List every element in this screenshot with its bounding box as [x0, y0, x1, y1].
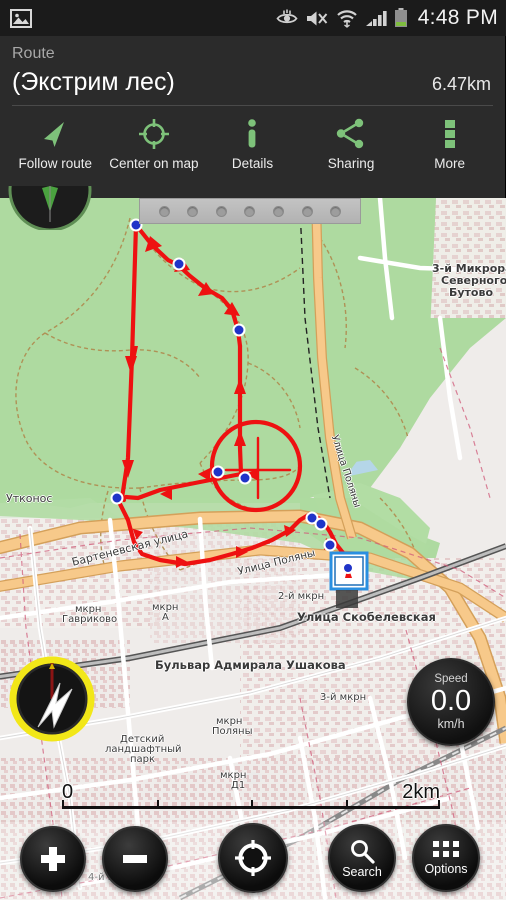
action-more[interactable]: More: [404, 115, 496, 171]
handle-dot: [330, 205, 342, 217]
action-sharing-label: Sharing: [327, 156, 375, 171]
speed-widget[interactable]: Speed 0.0 km/h: [407, 658, 495, 746]
action-sharing[interactable]: Sharing: [305, 115, 397, 171]
scale-max-label: 2km: [402, 781, 440, 803]
handle-dot: [187, 205, 199, 217]
info-icon: [206, 115, 298, 153]
search-button-label: Search: [342, 864, 382, 879]
signal-icon: [365, 9, 387, 28]
bottom-toolbar: Search Options: [0, 822, 506, 900]
scale-tick: [345, 800, 348, 809]
map-heading-dial[interactable]: [8, 186, 92, 230]
status-clock: 4:48 PM: [417, 6, 498, 29]
more-vertical-icon: [404, 115, 496, 153]
app-root: 4:48 PM Route (Экстрим лес) 6.47km Follo…: [0, 0, 506, 900]
share-icon: [305, 115, 397, 153]
search-button[interactable]: Search: [328, 824, 396, 892]
scale-tick: [438, 800, 440, 809]
plus-icon: [41, 847, 65, 871]
grid-menu-icon: [433, 840, 459, 857]
scale-tick: [251, 800, 253, 809]
speed-unit: km/h: [437, 717, 465, 731]
compass-widget[interactable]: [8, 655, 96, 743]
handle-dot: [244, 205, 256, 217]
scale-tick: [62, 800, 64, 809]
minus-icon: [123, 855, 147, 863]
mute-icon: [305, 9, 329, 28]
gallery-icon: [10, 8, 32, 28]
eye-off-icon: [276, 9, 298, 27]
action-center-on-map-label: Center on map: [109, 156, 199, 171]
battery-icon: [394, 8, 408, 28]
route-kicker: Route: [12, 45, 55, 62]
crosshair-target-icon: [108, 115, 200, 153]
zoom-in-button[interactable]: [20, 826, 86, 892]
action-follow-route[interactable]: Follow route: [9, 115, 101, 171]
scale-tick: [156, 800, 159, 809]
handle-dot: [215, 205, 227, 217]
locate-me-button[interactable]: [218, 823, 288, 893]
action-follow-route-label: Follow route: [18, 156, 93, 171]
zoom-out-button[interactable]: [102, 826, 168, 892]
search-icon: [351, 839, 375, 864]
map-scale-bar: 0 2km: [62, 778, 440, 812]
crosshair-location-icon: [235, 840, 271, 876]
action-more-label: More: [434, 156, 466, 171]
navigation-arrow-icon: [9, 115, 101, 153]
route-title: (Экстрим лес): [12, 68, 175, 96]
route-action-bar: Follow route Center on map Details Shari…: [0, 106, 505, 171]
action-details-label: Details: [231, 156, 274, 171]
route-distance: 6.47km: [431, 74, 491, 94]
action-details[interactable]: Details: [206, 115, 298, 171]
action-center-on-map[interactable]: Center on map: [108, 115, 200, 171]
wifi-icon: [336, 9, 358, 28]
speed-value: 0.0: [430, 685, 472, 717]
panel-drag-handle[interactable]: [139, 198, 361, 224]
handle-dot: [273, 205, 285, 217]
options-button-label: Options: [424, 861, 468, 876]
handle-dot: [158, 205, 170, 217]
scale-min-label: 0: [62, 781, 74, 803]
status-bar: 4:48 PM: [0, 0, 506, 36]
options-button[interactable]: Options: [412, 824, 480, 892]
route-panel: Route (Экстрим лес) 6.47km Follow route: [0, 36, 506, 198]
handle-dot: [301, 205, 313, 217]
